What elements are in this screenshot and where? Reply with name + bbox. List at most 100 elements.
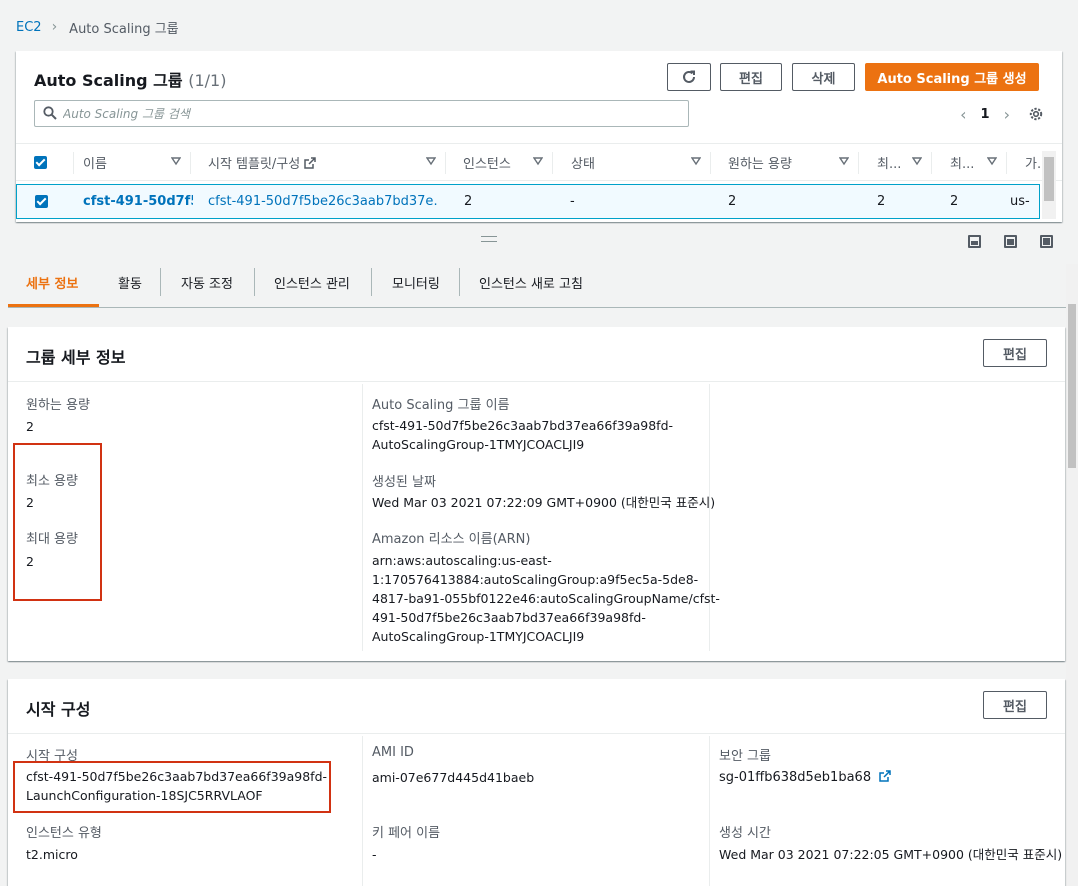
breadcrumb-current: Auto Scaling 그룹 (69, 21, 179, 37)
column-header-name[interactable]: 이름 (74, 144, 191, 181)
table-header: 이름 시작 템플릿/구성 인스턴스 상태 원하는 용량 최... 최... 가.… (16, 143, 1062, 181)
created-time-value: Wed Mar 03 2021 07:22:05 GMT+0900 (대한민국 … (719, 847, 1063, 862)
column-divider (709, 736, 710, 886)
sort-down-icon (987, 157, 997, 166)
launch-config-card: 시작 구성 편집 시작 구성 cfst-491-50d7f5be26c3aab7… (8, 679, 1065, 886)
instance-type-value: t2.micro (26, 847, 78, 862)
column-header-label: 상태 (571, 157, 595, 172)
cell-status: - (570, 194, 575, 209)
external-link-icon (879, 770, 891, 782)
column-header-az[interactable]: 가... (1007, 144, 1047, 181)
security-group-id[interactable]: sg-01ffb638d5eb1ba68 (719, 770, 871, 785)
page-number[interactable]: 1 (981, 107, 990, 122)
split-view-half-icon[interactable] (1004, 235, 1017, 248)
external-link-icon (304, 156, 316, 169)
panel-title: Auto Scaling 그룹 (1/1) (34, 67, 226, 91)
split-resize-handle[interactable] (481, 236, 497, 242)
table-scrollbar[interactable] (1042, 151, 1056, 219)
tab-instance-refresh[interactable]: 인스턴스 새로 고침 (479, 270, 583, 294)
sort-down-icon (171, 157, 181, 166)
page-scrollbar[interactable] (1066, 264, 1078, 886)
sort-down-icon (691, 157, 701, 166)
column-header-status[interactable]: 상태 (553, 144, 711, 181)
next-page-icon[interactable]: › (1004, 105, 1010, 124)
column-header-min[interactable]: 최... (859, 144, 932, 181)
column-divider (362, 384, 363, 651)
edit-launch-config-button[interactable]: 편집 (983, 691, 1047, 719)
search-input[interactable] (63, 106, 688, 121)
desired-capacity-value: 2 (26, 419, 34, 434)
search-icon (43, 106, 57, 120)
edit-group-details-button[interactable]: 편집 (983, 339, 1047, 367)
card-title: 그룹 세부 정보 (26, 348, 126, 367)
tab-activity[interactable]: 활동 (118, 270, 142, 294)
card-header: 그룹 세부 정보 편집 (8, 327, 1065, 382)
group-details-card: 그룹 세부 정보 편집 원하는 용량 2 최소 용량 2 최대 용량 2 Aut… (8, 327, 1065, 661)
breadcrumb-ec2-link[interactable]: EC2 (16, 20, 42, 35)
launch-config-link[interactable]: cfst-491-50d7f5be26c3aab7bd37e… (208, 185, 438, 218)
checkbox-checked-icon (35, 195, 48, 208)
asg-name-value: cfst-491-50d7f5be26c3aab7bd37ea66f39a98f… (372, 416, 673, 454)
highlight-box (13, 761, 331, 813)
asg-name-line: cfst-491-50d7f5be26c3aab7bd37ea66f39a98f… (372, 418, 674, 433)
split-view-bottom-icon[interactable] (968, 235, 981, 248)
created-date-value: Wed Mar 03 2021 07:22:09 GMT+0900 (대한민국 … (372, 495, 716, 510)
select-all-checkbox[interactable] (34, 144, 74, 181)
sort-down-icon (426, 157, 436, 166)
arn-line: 491-50d7f5be26c3aab7bd37ea66f39a98fd- (372, 610, 646, 625)
refresh-button[interactable] (667, 63, 711, 91)
tab-details[interactable]: 세부 정보 (26, 270, 78, 294)
column-header-label: 최... (877, 157, 902, 172)
active-tab-indicator (8, 304, 99, 307)
tab-monitoring[interactable]: 모니터링 (392, 270, 440, 294)
prev-page-icon[interactable]: ‹ (960, 105, 966, 124)
asg-name-label: Auto Scaling 그룹 이름 (372, 398, 510, 413)
column-header-label: 인스턴스 (463, 157, 511, 172)
security-group-label: 보안 그룹 (719, 749, 771, 764)
delete-button[interactable]: 삭제 (792, 63, 855, 91)
arn-line: arn:aws:autoscaling:us-east- (372, 553, 552, 568)
arn-label: Amazon 리소스 이름(ARN) (372, 532, 531, 547)
column-header-max[interactable]: 최... (932, 144, 1007, 181)
sort-down-icon (912, 157, 922, 166)
key-pair-value: - (372, 847, 377, 862)
pagination: ‹ 1 › (960, 105, 1010, 124)
chevron-right-icon: › (51, 19, 58, 35)
details-tabs: 세부 정보 활동 자동 조정 인스턴스 관리 모니터링 인스턴스 새로 고침 (8, 256, 1066, 308)
asg-name-line: AutoScalingGroup-1TMYJCOACLJI9 (372, 437, 585, 452)
asg-name-link[interactable]: cfst-491-50d7f5b (83, 185, 193, 218)
tab-instance-management[interactable]: 인스턴스 관리 (274, 270, 350, 294)
sort-down-icon (839, 157, 849, 166)
desired-capacity-label: 원하는 용량 (26, 398, 90, 413)
column-header-launch[interactable]: 시작 템플릿/구성 (191, 144, 446, 181)
column-header-instances[interactable]: 인스턴스 (446, 144, 553, 181)
column-header-desired[interactable]: 원하는 용량 (711, 144, 859, 181)
row-checkbox[interactable] (35, 185, 75, 218)
arn-line: AutoScalingGroup-1TMYJCOACLJI9 (372, 629, 585, 644)
tab-auto-scaling[interactable]: 자동 조정 (181, 270, 233, 294)
search-box (34, 100, 689, 127)
create-asg-button[interactable]: Auto Scaling 그룹 생성 (865, 63, 1039, 91)
column-divider (362, 736, 363, 886)
panel-title-text: Auto Scaling 그룹 (34, 71, 183, 90)
table-row[interactable]: cfst-491-50d7f5b cfst-491-50d7f5be26c3aa… (16, 184, 1040, 219)
asg-table-panel: Auto Scaling 그룹 (1/1) 편집 삭제 Auto Scaling… (16, 51, 1062, 222)
cell-desired: 2 (728, 194, 737, 209)
column-header-label: 이름 (83, 157, 107, 172)
ami-id-value: ami-07e677d445d41baeb (372, 770, 535, 785)
card-header: 시작 구성 편집 (8, 679, 1065, 734)
split-view-full-icon[interactable] (1040, 235, 1053, 248)
panel-count: (1/1) (188, 71, 227, 90)
security-group-link[interactable]: sg-01ffb638d5eb1ba68 (719, 768, 891, 787)
refresh-icon (683, 70, 695, 83)
column-header-label: 최... (950, 157, 975, 172)
checkbox-checked-icon (34, 156, 47, 169)
arn-line: 4817-ba91-055bf0122e46:autoScalingGroupN… (372, 591, 720, 606)
sort-down-icon (533, 157, 543, 166)
edit-button[interactable]: 편집 (720, 63, 782, 91)
gear-icon[interactable] (1028, 106, 1044, 122)
details-pane: 세부 정보 활동 자동 조정 인스턴스 관리 모니터링 인스턴스 새로 고침 그… (0, 256, 1078, 886)
column-header-label: 원하는 용량 (728, 157, 792, 172)
column-header-label: 시작 템플릿/구성 (208, 157, 301, 172)
breadcrumb: EC2 › Auto Scaling 그룹 (16, 18, 179, 37)
